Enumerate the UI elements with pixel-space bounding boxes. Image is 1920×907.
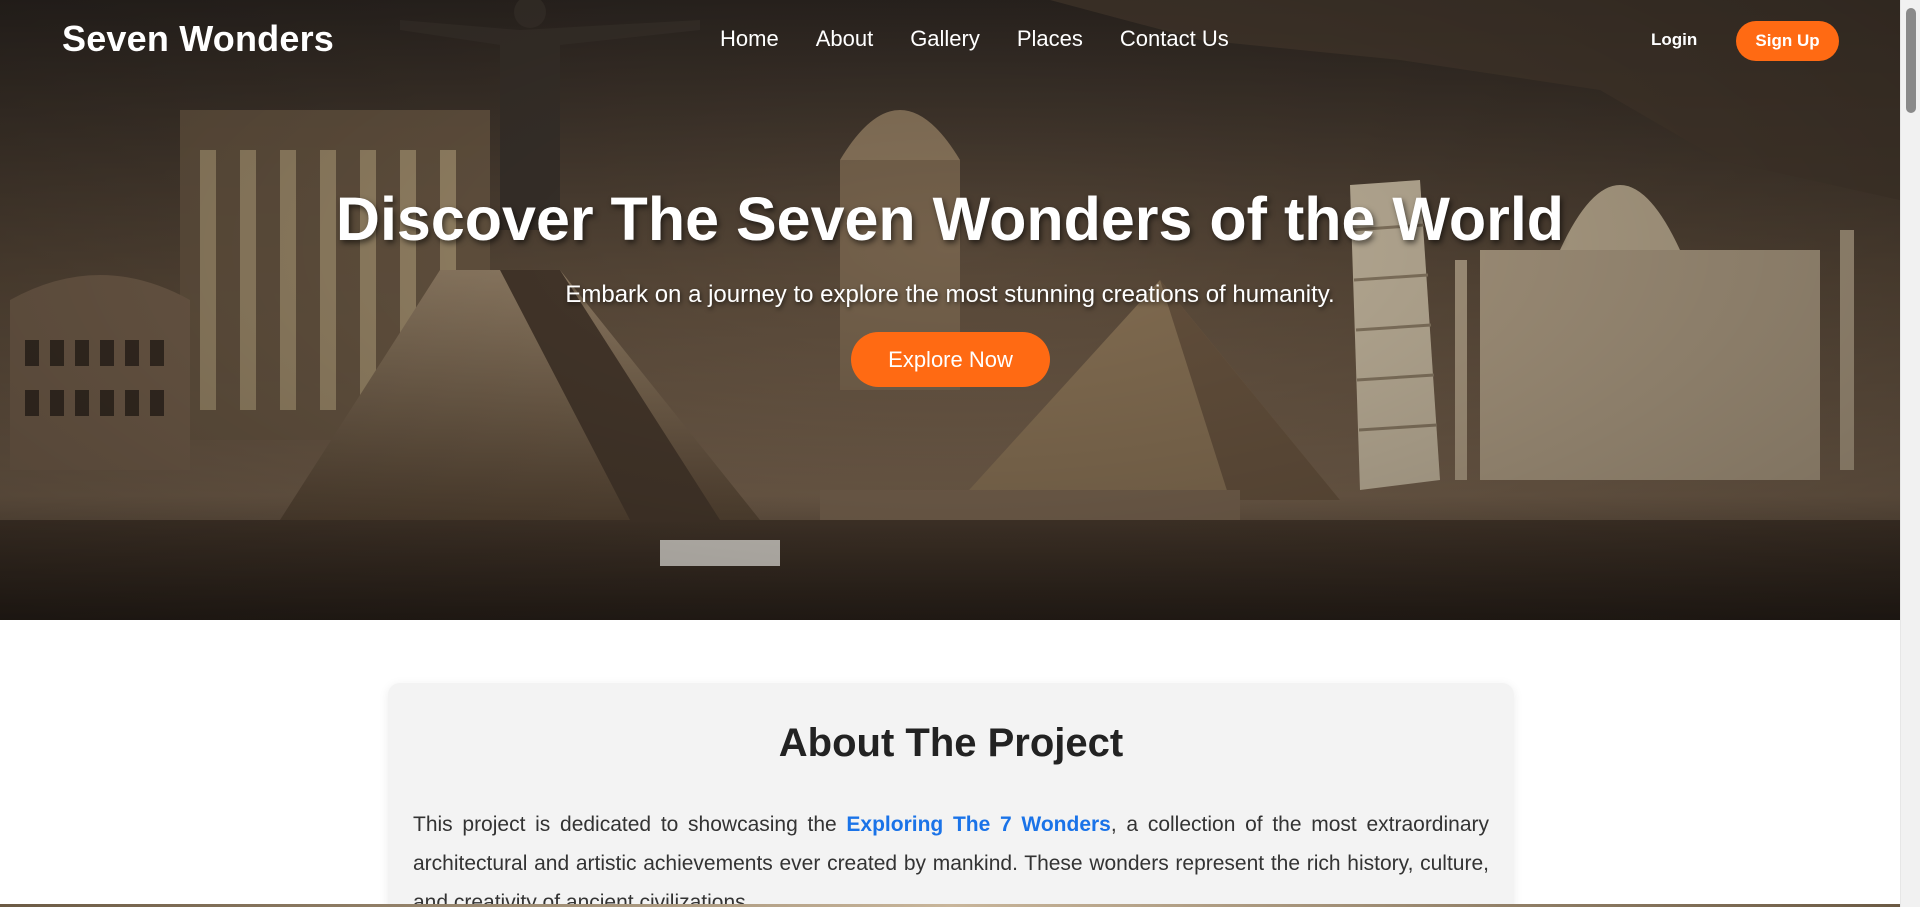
scrollbar-thumb[interactable] bbox=[1906, 8, 1916, 113]
nav-link-home[interactable]: Home bbox=[720, 26, 779, 52]
nav-links: Home About Gallery Places Contact Us bbox=[720, 26, 1229, 52]
about-title: About The Project bbox=[778, 721, 1124, 765]
signup-button[interactable]: Sign Up bbox=[1736, 21, 1839, 61]
hero-section: Seven Wonders Home About Gallery Places … bbox=[0, 0, 1900, 620]
about-text: This project is dedicated to showcasing … bbox=[413, 805, 1489, 907]
page-scrollbar[interactable] bbox=[1900, 0, 1920, 907]
about-card: About The Project This project is dedica… bbox=[388, 683, 1514, 907]
page: Seven Wonders Home About Gallery Places … bbox=[0, 0, 1900, 907]
hero-overlay bbox=[0, 0, 1900, 620]
nav-link-about[interactable]: About bbox=[816, 26, 874, 52]
nav-link-places[interactable]: Places bbox=[1017, 26, 1083, 52]
hero-title: Discover The Seven Wonders of the World bbox=[335, 185, 1565, 253]
about-highlight-link[interactable]: Exploring The 7 Wonders bbox=[846, 813, 1110, 836]
nav-link-gallery[interactable]: Gallery bbox=[910, 26, 980, 52]
hero-subtitle: Embark on a journey to explore the most … bbox=[565, 281, 1335, 308]
site-logo[interactable]: Seven Wonders bbox=[62, 18, 334, 60]
explore-now-button[interactable]: Explore Now bbox=[851, 332, 1050, 387]
nav-link-contact[interactable]: Contact Us bbox=[1120, 26, 1229, 52]
about-text-intro: This project is dedicated to showcasing … bbox=[413, 813, 847, 836]
top-navigation: Seven Wonders Home About Gallery Places … bbox=[0, 0, 1900, 80]
login-link[interactable]: Login bbox=[1651, 30, 1697, 50]
